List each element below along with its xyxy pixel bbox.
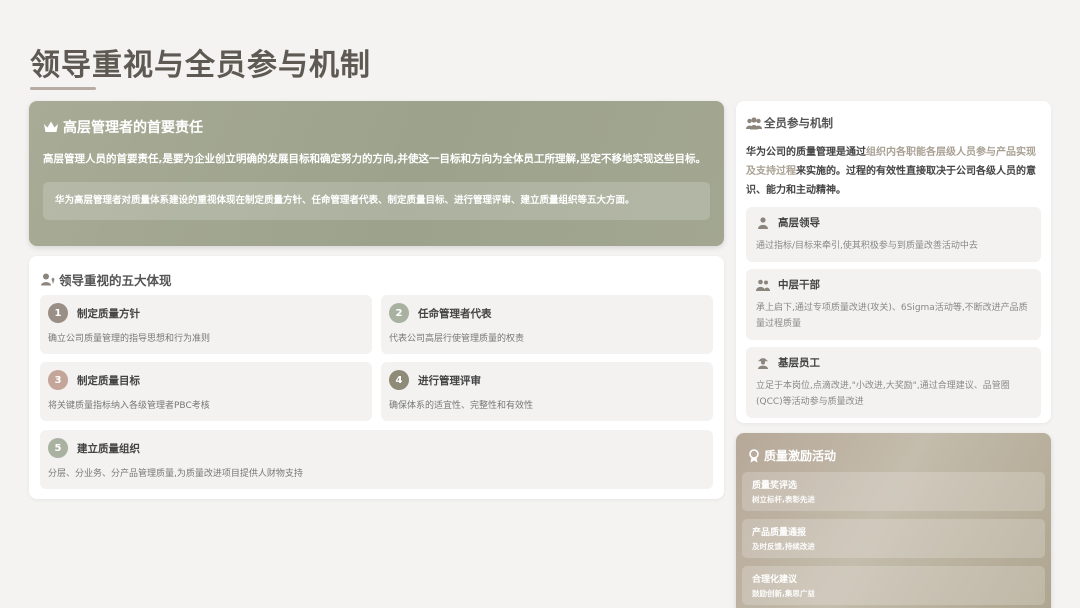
worker-icon [758,357,768,369]
all-header: 全员参与机制 [746,115,1041,131]
level-senior: 高层领导 通过指标/目标来牵引,使其积极参与到质量改善活动中去 [746,207,1041,262]
all-desc-a: 华为公司的质量管理是通过 [746,147,866,158]
item-number: 1 [48,303,68,323]
incent-name: 产品质量通报 [752,528,807,538]
five-header: 领导重视的五大体现 [41,270,172,289]
page-title: 领导重视与全员参与机制 [30,48,371,83]
item-title: 制定质量目标 [77,374,140,387]
item-desc: 确立公司质量管理的指导思想和行为准则 [48,334,211,344]
manifestation-item-4: 4 进行管理评审 确保体系的适宜性、完整性和有效性 [381,362,713,421]
incent-sub: 及时反馈,持续改进 [752,542,815,551]
item-desc: 将关键质量指标纳入各级管理者PBC考核 [48,401,210,411]
item-number: 2 [389,303,409,323]
incent-sub: 鼓励创新,集思广益 [752,589,815,598]
incent-item-suggestion: 合理化建议 鼓励创新,集思广益 [742,566,1045,605]
leader-icon [41,273,55,286]
manifestation-item-2: 2 任命管理者代表 代表公司高层行使管理质量的权责 [381,295,713,354]
item-title: 任命管理者代表 [418,307,492,320]
five-title: 领导重视的五大体现 [59,273,172,288]
level-desc: 通过指标/目标来牵引,使其积极参与到质量改善活动中去 [756,241,978,251]
all-staff-card: 全员参与机制 华为公司的质量管理是通过组织内各职能各层级人员参与产品实现及支持过… [736,101,1051,423]
all-description: 华为公司的质量管理是通过组织内各职能各层级人员参与产品实现及支持过程来实施的。过… [746,143,1041,200]
incent-name: 合理化建议 [752,575,798,585]
item-number: 5 [48,438,68,458]
hero-header: 高层管理者的首要责任 [43,117,710,137]
incent-item-award: 质量奖评选 树立标杆,表彰先进 [742,472,1045,511]
person-icon [758,216,768,229]
level-grassroots: 基层员工 立足于本岗位,点滴改进,"小改进,大奖励",通过合理建议、品管圈(QC… [746,347,1041,418]
incent-name: 质量奖评选 [752,481,798,491]
manifestation-item-5: 5 建立质量组织 分层、分业务、分产品管理质量,为质量改进项目提供人财物支持 [40,430,713,489]
hero-note: 华为高层管理者对质量体系建设的重视体现在制定质量方针、任命管理者代表、制定质量目… [43,182,710,220]
incent-title: 质量激励活动 [764,449,837,463]
item-desc: 代表公司高层行使管理质量的权责 [389,334,525,344]
incent-header: 质量激励活动 [742,447,1045,464]
item-number: 4 [389,370,409,390]
people-icon [756,279,770,291]
group-icon [746,116,762,129]
manifestation-item-3: 3 制定质量目标 将关键质量指标纳入各级管理者PBC考核 [40,362,372,421]
level-title: 中层干部 [778,279,820,291]
top-management-card: 高层管理者的首要责任 高层管理人员的首要责任,是要为企业创立明确的发展目标和确定… [29,101,724,246]
item-number: 3 [48,370,68,390]
quality-incentive-card: 质量激励活动 质量奖评选 树立标杆,表彰先进 产品质量通报 及时反馈,持续改进 … [736,433,1051,608]
five-manifestations-card: 领导重视的五大体现 1 制定质量方针 确立公司质量管理的指导思想和行为准则 2 … [29,256,724,499]
level-title: 基层员工 [778,357,820,369]
item-desc: 确保体系的适宜性、完整性和有效性 [389,401,534,411]
incent-item-report: 产品质量通报 及时反馈,持续改进 [742,519,1045,558]
all-title: 全员参与机制 [764,116,833,130]
item-title: 进行管理评审 [418,374,481,387]
hero-title: 高层管理者的首要责任 [63,120,203,136]
level-title: 高层领导 [778,217,820,229]
level-desc: 立足于本岗位,点滴改进,"小改进,大奖励",通过合理建议、品管圈(QCC)等活动… [756,381,1010,407]
item-title: 建立质量组织 [77,442,140,455]
incent-sub: 树立标杆,表彰先进 [752,495,815,504]
hero-description: 高层管理人员的首要责任,是要为企业创立明确的发展目标和确定努力的方向,并使这一目… [43,153,706,165]
title-underline [30,87,96,90]
level-desc: 承上启下,通过专项质量改进(攻关)、6Sigma活动等,不断改进产品质量过程质量 [756,303,1028,329]
crown-icon [44,121,58,132]
manifestation-item-1: 1 制定质量方针 确立公司质量管理的指导思想和行为准则 [40,295,372,354]
item-title: 制定质量方针 [77,307,140,320]
level-middle: 中层干部 承上启下,通过专项质量改进(攻关)、6Sigma活动等,不断改进产品质… [746,269,1041,340]
item-desc: 分层、分业务、分产品管理质量,为质量改进项目提供人财物支持 [48,469,303,479]
medal-icon [749,448,759,462]
